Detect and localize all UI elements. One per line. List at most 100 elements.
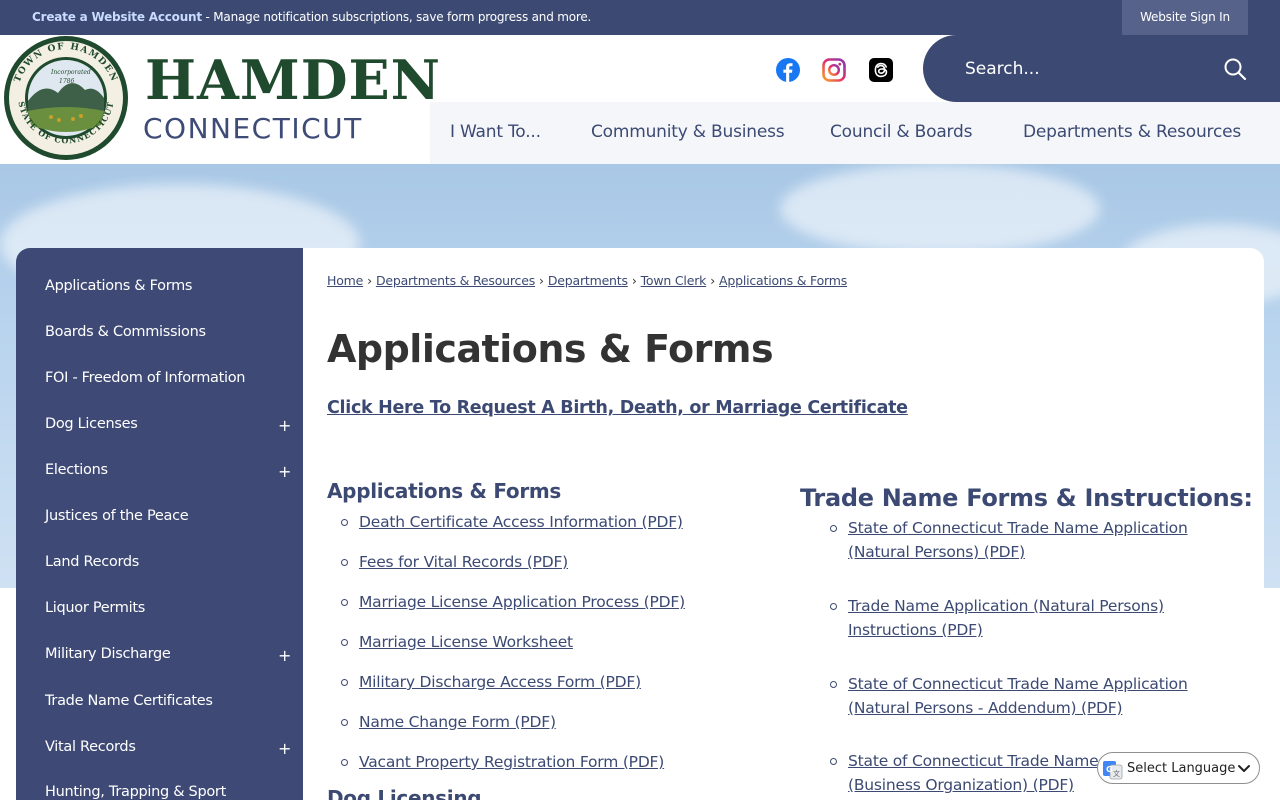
breadcrumb-departments[interactable]: Departments bbox=[548, 273, 628, 288]
trade-name-heading: Trade Name Forms & Instructions: bbox=[800, 484, 1253, 512]
link-line: (Natural Persons - Addendum) (PDF) bbox=[848, 699, 1123, 717]
sidebar-item-boards-commissions[interactable]: Boards & Commissions bbox=[45, 324, 295, 364]
list-bullet bbox=[341, 519, 348, 526]
link-marriage-license-worksheet[interactable]: Marriage License Worksheet bbox=[359, 630, 573, 654]
chevron-down-icon bbox=[1238, 765, 1250, 772]
breadcrumb-separator: › bbox=[367, 273, 372, 288]
sidebar-item-label: FOI - Freedom of Information bbox=[45, 370, 246, 386]
account-message-text: - Manage notification subscriptions, sav… bbox=[201, 10, 592, 24]
facebook-icon[interactable] bbox=[776, 58, 800, 82]
link-line: State of Connecticut Trade Name bbox=[848, 752, 1099, 770]
top-bar: Create a Website Account - Manage notifi… bbox=[0, 0, 1280, 35]
page-title: Applications & Forms bbox=[327, 327, 774, 371]
link-military-discharge-form[interactable]: Military Discharge Access Form (PDF) bbox=[359, 670, 641, 694]
list-bullet bbox=[830, 681, 837, 688]
cloud-shape bbox=[780, 164, 1100, 254]
search-icon[interactable] bbox=[1223, 57, 1247, 81]
link-line: Instructions (PDF) bbox=[848, 621, 983, 639]
nav-council-boards[interactable]: Council & Boards bbox=[830, 122, 972, 142]
link-vacant-property-form[interactable]: Vacant Property Registration Form (PDF) bbox=[359, 750, 664, 774]
link-death-certificate-access[interactable]: Death Certificate Access Information (PD… bbox=[359, 510, 683, 534]
list-bullet bbox=[830, 758, 837, 765]
account-message: Create a Website Account - Manage notifi… bbox=[32, 10, 591, 24]
list-bullet bbox=[341, 759, 348, 766]
sidebar-item-vital-records[interactable]: Vital Records + bbox=[45, 739, 295, 779]
sidebar-item-elections[interactable]: Elections + bbox=[45, 462, 295, 502]
link-trade-name-application[interactable]: State of Connecticut Trade Name Applicat… bbox=[848, 516, 1208, 564]
link-line: (Business Organization) (PDF) bbox=[848, 776, 1074, 794]
create-account-link[interactable]: Create a Website Account bbox=[32, 10, 202, 24]
sidebar-item-label: Justices of the Peace bbox=[45, 508, 189, 524]
sidebar-item-label: Vital Records bbox=[45, 739, 136, 755]
svg-text:1786: 1786 bbox=[59, 78, 74, 85]
sidebar-nav: Applications & Forms Boards & Commission… bbox=[16, 248, 303, 800]
instagram-icon[interactable] bbox=[822, 58, 846, 82]
link-line: (Natural Persons) (PDF) bbox=[848, 543, 1025, 561]
nav-departments-resources[interactable]: Departments & Resources bbox=[1023, 122, 1241, 142]
sidebar-item-label: Dog Licenses bbox=[45, 416, 138, 432]
link-trade-name-instructions[interactable]: Trade Name Application (Natural Persons)… bbox=[848, 594, 1208, 642]
list-bullet bbox=[830, 525, 837, 532]
sidebar-item-label: Elections bbox=[45, 462, 108, 478]
breadcrumb-applications-forms[interactable]: Applications & Forms bbox=[719, 273, 847, 288]
breadcrumb-home[interactable]: Home bbox=[327, 273, 363, 288]
nav-community-business[interactable]: Community & Business bbox=[591, 122, 785, 142]
breadcrumb-separator: › bbox=[710, 273, 715, 288]
brand-state[interactable]: CONNECTICUT bbox=[143, 112, 363, 145]
dog-licensing-heading: Dog Licensing bbox=[327, 786, 482, 800]
breadcrumb-town-clerk[interactable]: Town Clerk bbox=[641, 273, 707, 288]
sidebar-item-applications-forms[interactable]: Applications & Forms bbox=[45, 278, 295, 318]
sidebar-item-label: Liquor Permits bbox=[45, 600, 145, 616]
sidebar-item-trade-name[interactable]: Trade Name Certificates bbox=[45, 693, 295, 733]
sidebar-item-justices[interactable]: Justices of the Peace bbox=[45, 508, 295, 548]
list-bullet bbox=[341, 639, 348, 646]
sidebar-item-land-records[interactable]: Land Records bbox=[45, 554, 295, 594]
breadcrumb: Home › Departments & Resources › Departments… bbox=[327, 273, 847, 288]
nav-i-want-to[interactable]: I Want To... bbox=[450, 122, 541, 142]
sidebar-item-label: Land Records bbox=[45, 554, 140, 570]
applications-forms-heading: Applications & Forms bbox=[327, 479, 562, 503]
google-translate-icon: G 文 bbox=[1103, 761, 1123, 780]
list-bullet bbox=[341, 559, 348, 566]
link-trade-name-addendum[interactable]: State of Connecticut Trade Name Applicat… bbox=[848, 672, 1208, 720]
list-bullet bbox=[830, 603, 837, 610]
sidebar-item-hunting[interactable]: Hunting, Trapping & Sport bbox=[45, 784, 295, 800]
sidebar-item-label: Applications & Forms bbox=[45, 278, 193, 294]
list-bullet bbox=[341, 719, 348, 726]
svg-text:Incorporated: Incorporated bbox=[50, 69, 91, 76]
language-select-label: Select Language bbox=[1127, 761, 1236, 776]
svg-text:文: 文 bbox=[1113, 769, 1120, 778]
link-line: State of Connecticut Trade Name Applicat… bbox=[848, 675, 1188, 693]
sidebar-item-label: Trade Name Certificates bbox=[45, 693, 213, 709]
website-sign-in-button[interactable]: Website Sign In bbox=[1122, 0, 1248, 35]
list-bullet bbox=[341, 599, 348, 606]
link-marriage-license-process[interactable]: Marriage License Application Process (PD… bbox=[359, 590, 685, 614]
sidebar-item-label: Hunting, Trapping & Sport bbox=[45, 784, 226, 800]
expand-icon[interactable]: + bbox=[278, 416, 291, 435]
brand-name[interactable]: HAMDEN bbox=[145, 48, 441, 112]
sidebar-item-military-discharge[interactable]: Military Discharge + bbox=[45, 646, 295, 686]
sidebar-item-label: Military Discharge bbox=[45, 646, 171, 662]
request-certificate-link[interactable]: Click Here To Request A Birth, Death, or… bbox=[327, 398, 908, 418]
search-input[interactable]: Search... bbox=[923, 35, 1280, 102]
sidebar-item-foi[interactable]: FOI - Freedom of Information bbox=[45, 370, 295, 410]
threads-icon[interactable] bbox=[869, 58, 893, 82]
town-seal-logo[interactable]: Incorporated 1786 TOWN OF HAMDEN STATE O… bbox=[3, 35, 129, 161]
link-name-change-form[interactable]: Name Change Form (PDF) bbox=[359, 710, 556, 734]
expand-icon[interactable]: + bbox=[278, 739, 291, 758]
breadcrumb-separator: › bbox=[631, 273, 637, 288]
sidebar-item-dog-licenses[interactable]: Dog Licenses + bbox=[45, 416, 295, 456]
link-fees-vital-records[interactable]: Fees for Vital Records (PDF) bbox=[359, 550, 568, 574]
list-bullet bbox=[341, 679, 348, 686]
link-line: Trade Name Application (Natural Persons) bbox=[848, 597, 1164, 615]
language-select[interactable]: G 文 Select Language bbox=[1097, 752, 1260, 784]
breadcrumb-separator: › bbox=[539, 273, 544, 288]
search-placeholder: Search... bbox=[965, 59, 1040, 79]
sidebar-item-label: Boards & Commissions bbox=[45, 324, 206, 340]
svg-text:G: G bbox=[1106, 765, 1113, 774]
link-line: State of Connecticut Trade Name Applicat… bbox=[848, 519, 1188, 537]
expand-icon[interactable]: + bbox=[278, 462, 291, 481]
breadcrumb-departments-resources[interactable]: Departments & Resources bbox=[376, 273, 535, 288]
expand-icon[interactable]: + bbox=[278, 646, 291, 665]
sidebar-item-liquor-permits[interactable]: Liquor Permits bbox=[45, 600, 295, 640]
